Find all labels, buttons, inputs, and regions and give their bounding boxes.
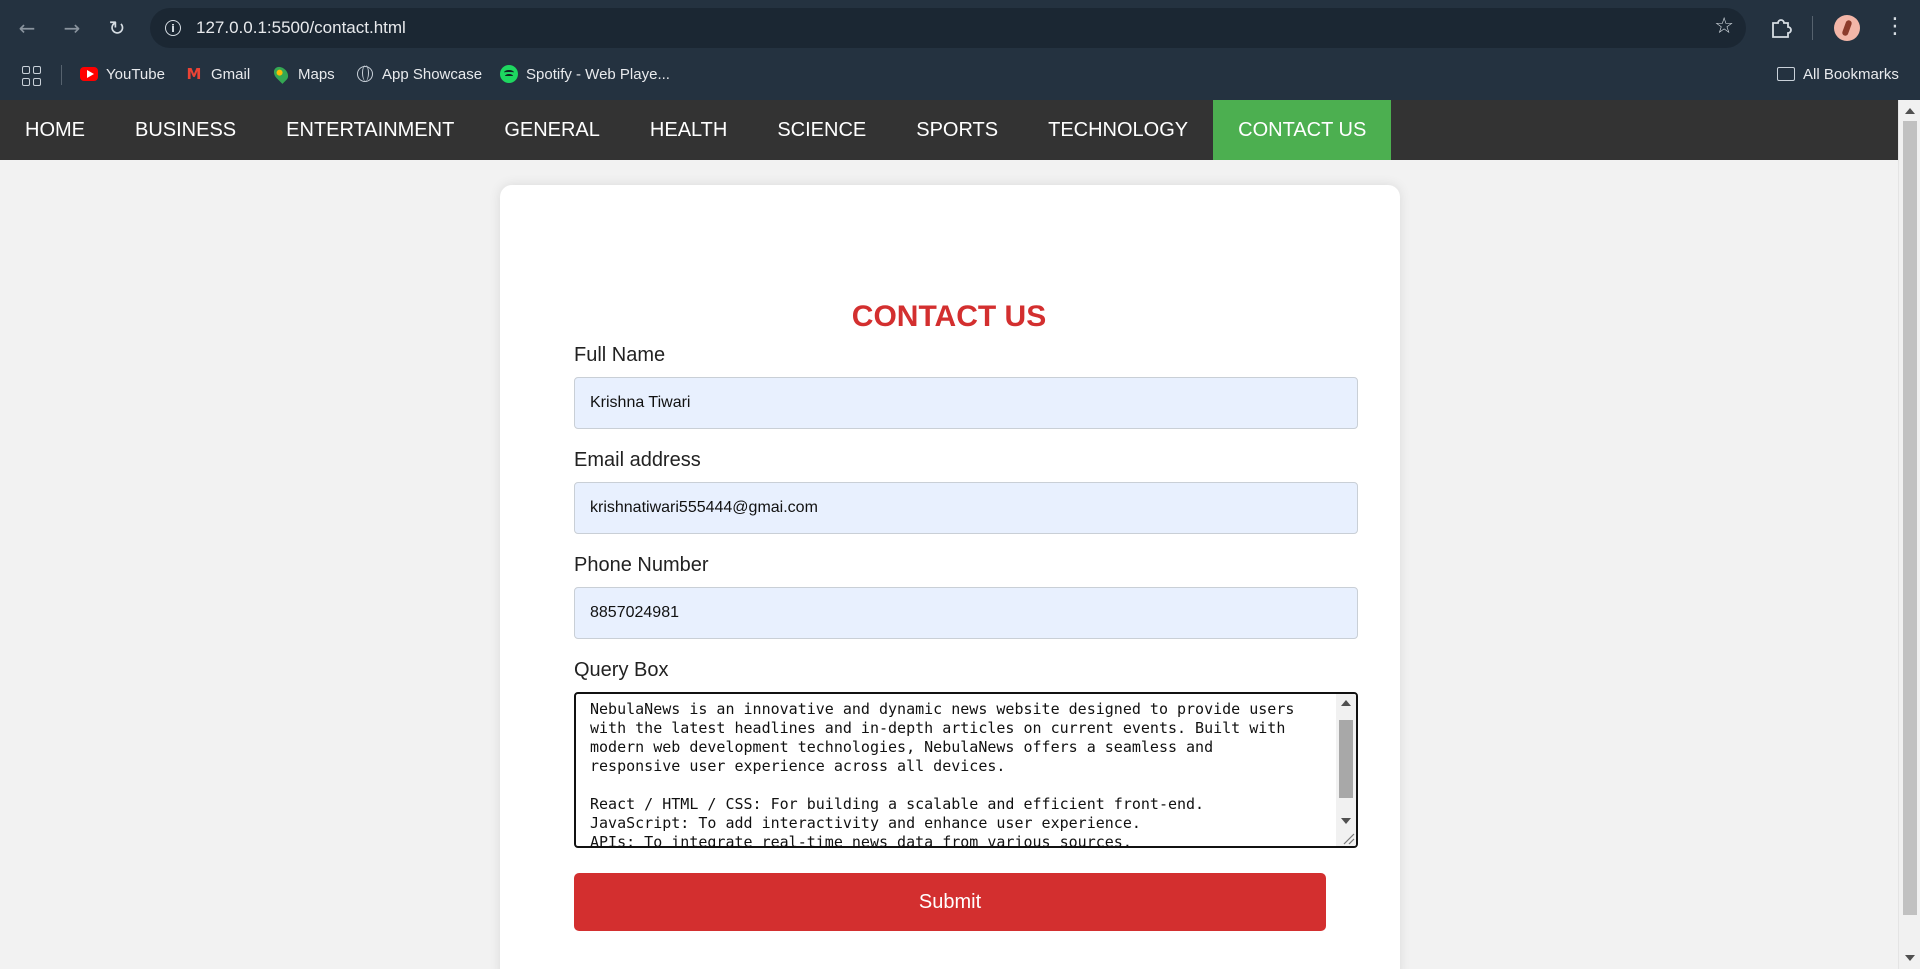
nav-health[interactable]: HEALTH — [625, 100, 752, 160]
query-scroll-up-icon[interactable] — [1341, 700, 1351, 706]
nav-business[interactable]: BUSINESS — [110, 100, 261, 160]
browser-toolbar: ← → ↻ i 127.0.0.1:5500/contact.html ☆ ⋮ — [0, 0, 1920, 56]
bookmark-label: Maps — [298, 65, 335, 83]
site-info-icon[interactable]: i — [160, 15, 186, 41]
maps-icon — [271, 64, 291, 84]
nav-general[interactable]: GENERAL — [479, 100, 625, 160]
phone-label: Phone Number — [574, 554, 709, 576]
resize-handle-icon[interactable] — [1341, 831, 1355, 845]
bookmark-label: Spotify - Web Playe... — [526, 65, 670, 83]
query-scrollbar[interactable] — [1336, 694, 1356, 846]
profile-avatar[interactable] — [1834, 15, 1860, 41]
full-name-label: Full Name — [574, 344, 666, 366]
submit-button[interactable]: Submit — [574, 873, 1326, 931]
bookmark-label: YouTube — [106, 65, 165, 83]
site-nav: HOME BUSINESS ENTERTAINMENT GENERAL HEAL… — [0, 100, 1898, 160]
bookmark-spotify[interactable]: Spotify - Web Playe... — [500, 62, 670, 86]
query-textarea[interactable]: NebulaNews is an innovative and dynamic … — [574, 692, 1358, 848]
bookmark-label: App Showcase — [382, 65, 483, 83]
nav-entertainment[interactable]: ENTERTAINMENT — [261, 100, 479, 160]
query-value: NebulaNews is an innovative and dynamic … — [590, 700, 1295, 848]
extensions-icon[interactable] — [1768, 14, 1794, 40]
query-label: Query Box — [574, 659, 669, 681]
email-label: Email address — [574, 449, 701, 471]
address-url[interactable]: 127.0.0.1:5500/contact.html — [196, 18, 406, 38]
browser-menu-icon[interactable]: ⋮ — [1884, 14, 1906, 40]
bookmark-star-icon[interactable]: ☆ — [1714, 14, 1734, 39]
scroll-up-icon[interactable] — [1905, 108, 1915, 114]
spotify-icon — [500, 65, 518, 83]
nav-home[interactable]: HOME — [0, 100, 110, 160]
phone-input[interactable]: 8857024981 — [574, 587, 1358, 639]
scrollbar-thumb[interactable] — [1903, 121, 1917, 915]
bookmark-app-showcase[interactable]: App Showcase — [356, 62, 482, 86]
back-icon[interactable]: ← — [12, 13, 42, 43]
page-title: CONTACT US — [851, 300, 1047, 333]
all-bookmarks-label: All Bookmarks — [1803, 65, 1899, 83]
phone-value: 8857024981 — [590, 604, 679, 621]
bookmark-youtube[interactable]: YouTube — [80, 62, 165, 86]
all-bookmarks[interactable]: All Bookmarks — [1777, 62, 1899, 86]
full-name-input[interactable]: Krishna Tiwari — [574, 377, 1358, 429]
page-scrollbar[interactable] — [1898, 100, 1920, 969]
nav-sports[interactable]: SPORTS — [891, 100, 1023, 160]
bookmark-label: Gmail — [211, 65, 251, 83]
address-bar[interactable]: i 127.0.0.1:5500/contact.html ☆ — [150, 8, 1746, 48]
reload-icon[interactable]: ↻ — [102, 13, 132, 43]
globe-icon — [356, 65, 374, 83]
query-scroll-down-icon[interactable] — [1341, 818, 1351, 824]
nav-technology[interactable]: TECHNOLOGY — [1023, 100, 1213, 160]
toolbar-divider — [1812, 16, 1813, 40]
nav-contact-us[interactable]: CONTACT US — [1213, 100, 1392, 160]
full-name-value: Krishna Tiwari — [590, 394, 691, 411]
bookmark-maps[interactable]: Maps — [271, 62, 335, 86]
forward-icon[interactable]: → — [57, 13, 87, 43]
nav-science[interactable]: SCIENCE — [752, 100, 891, 160]
email-value: krishnatiwari555444@gmai.com — [590, 499, 818, 516]
scroll-down-icon[interactable] — [1905, 955, 1915, 961]
youtube-icon — [80, 65, 98, 83]
folder-icon — [1777, 65, 1795, 83]
bookmark-gmail[interactable]: M Gmail — [185, 62, 251, 86]
apps-grid-icon[interactable] — [22, 66, 42, 86]
query-scrollbar-thumb[interactable] — [1339, 720, 1353, 798]
gmail-icon: M — [186, 65, 202, 83]
bookmarks-divider — [61, 65, 62, 85]
email-input[interactable]: krishnatiwari555444@gmai.com — [574, 482, 1358, 534]
